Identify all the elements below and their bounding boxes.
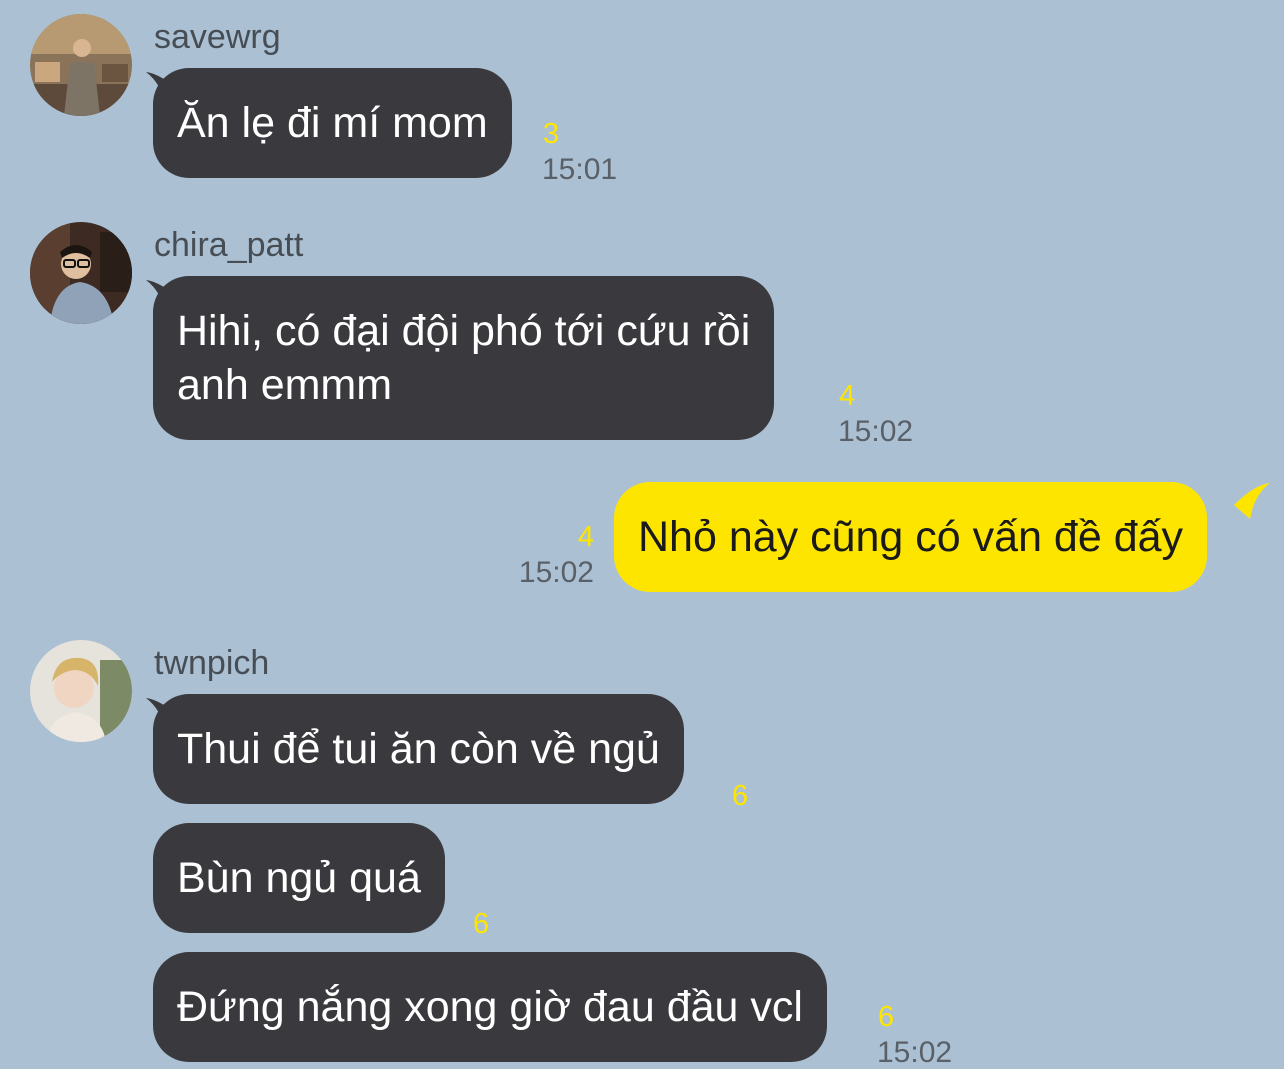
avatar-photo-icon <box>30 14 132 116</box>
unread-count: 6 <box>878 1001 895 1033</box>
unread-count: 4 <box>839 380 856 412</box>
message-bubble[interactable]: Bùn ngủ quá <box>153 823 445 933</box>
unread-count: 6 <box>473 908 490 940</box>
message-time: 15:01 <box>542 153 618 186</box>
sender-name: savewrg <box>154 18 281 56</box>
message-bubble[interactable]: Thui để tui ăn còn về ngủ <box>153 694 684 804</box>
message-text-line: anh emmm <box>177 361 393 409</box>
avatar-photo-icon <box>30 640 132 742</box>
message-bubble[interactable]: Đứng nắng xong giờ đau đầu vcl <box>153 952 827 1062</box>
message-time: 15:02 <box>518 556 594 589</box>
message-time: 15:02 <box>877 1036 953 1069</box>
message-text-line: Hihi, có đại đội phó tới cứu rồi <box>177 307 751 355</box>
unread-count: 4 <box>577 521 594 553</box>
message-bubble[interactable]: Hihi, có đại đội phó tới cứu rồi anh emm… <box>153 276 775 440</box>
message-time: 15:02 <box>838 415 914 448</box>
message-bubble[interactable]: Nhỏ này cũng có vấn đề đấy <box>614 482 1208 592</box>
message-bubble[interactable]: Ăn lẹ đi mí mom <box>153 68 512 178</box>
message-text: Đứng nắng xong giờ đau đầu vcl <box>177 983 803 1031</box>
message-text: Bùn ngủ quá <box>177 854 421 902</box>
avatar-chira-patt[interactable] <box>30 222 132 324</box>
unread-count: 6 <box>732 780 749 812</box>
avatar-twnpich[interactable] <box>30 640 132 742</box>
avatar-photo-icon <box>30 222 132 324</box>
unread-count: 3 <box>543 118 560 150</box>
sender-name: twnpich <box>154 644 270 682</box>
sender-name: chira_patt <box>154 226 304 264</box>
message-text: Nhỏ này cũng có vấn đề đấy <box>638 513 1184 561</box>
message-text: Ăn lẹ đi mí mom <box>177 99 488 147</box>
bubble-tail <box>1234 483 1270 519</box>
message-text: Thui để tui ăn còn về ngủ <box>177 725 660 773</box>
avatar-savewrg[interactable] <box>30 14 132 116</box>
